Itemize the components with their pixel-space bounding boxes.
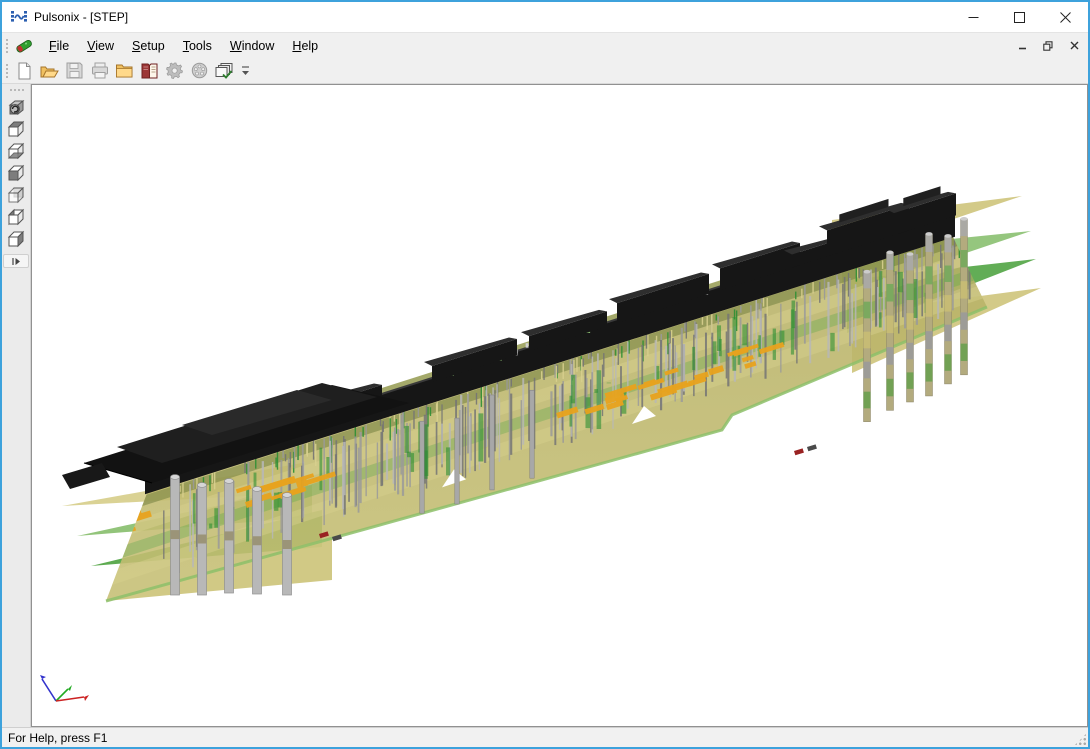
menu-view[interactable]: View [78,35,123,57]
view-bottom-cube-icon [6,141,26,161]
options-gear-icon [166,62,183,79]
colours-palette-icon [191,62,208,79]
expand-handle-icon [11,257,21,266]
view-back-button[interactable] [4,184,28,206]
view-top-button[interactable] [4,118,28,140]
minimize-icon [968,12,979,23]
close-icon [1060,12,1071,23]
close-button[interactable] [1042,2,1088,32]
menu-file[interactable]: File [40,35,78,57]
status-bar: For Help, press F1 [2,727,1088,747]
new-document-button[interactable] [13,60,36,82]
file-manager-button[interactable] [113,60,136,82]
main-toolbar [2,58,1088,84]
colours-button[interactable] [188,60,211,82]
resize-grip[interactable] [1074,733,1087,746]
view-front-cube-icon [6,163,26,183]
view-left-button[interactable] [4,206,28,228]
view-top-cube-icon [6,119,26,139]
mdi-restore-icon [1043,41,1053,51]
view-toolbar-grip[interactable] [8,87,24,92]
rotate-view-button[interactable] [4,96,28,118]
view-left-cube-icon [6,207,26,227]
maximize-button[interactable] [996,2,1042,32]
diode-component-icon[interactable] [14,37,34,55]
menu-help[interactable]: Help [283,35,327,57]
menu-tools[interactable]: Tools [174,35,221,57]
mdi-minimize-icon [1018,41,1027,50]
mdi-close-button[interactable] [1062,36,1086,56]
new-document-icon [16,62,33,80]
menu-bar: File View Setup Tools Window Help [2,32,1088,58]
main-area [2,84,1088,727]
toolbar-grip[interactable] [4,62,9,80]
view-toolbar [2,84,31,727]
view-right-button[interactable] [4,228,28,250]
pcb-3d-scene [32,85,1087,726]
view-right-cube-icon [6,229,26,249]
technology-files-button[interactable] [213,60,236,82]
save-button[interactable] [63,60,86,82]
menubar-grip[interactable] [4,37,9,55]
open-file-button[interactable] [38,60,61,82]
options-button[interactable] [163,60,186,82]
menu-window[interactable]: Window [221,35,283,57]
library-book-icon [140,62,159,79]
3d-viewport[interactable] [31,84,1088,727]
technology-files-check-icon [215,62,234,80]
window-title: Pulsonix - [STEP] [34,10,128,24]
file-manager-folder-icon [115,62,134,79]
print-button[interactable] [88,60,111,82]
rotate-view-cube-icon [6,97,26,117]
expand-toolbar-handle[interactable] [3,254,29,268]
status-message: For Help, press F1 [2,731,107,745]
toolbar-overflow-icon [241,65,250,77]
minimize-button[interactable] [950,2,996,32]
view-bottom-button[interactable] [4,140,28,162]
maximize-icon [1014,12,1025,23]
pulsonix-app-icon [10,9,28,25]
toolbar-overflow-button[interactable] [239,60,252,82]
mdi-restore-button[interactable] [1036,36,1060,56]
save-icon [66,62,83,79]
menu-setup[interactable]: Setup [123,35,174,57]
mdi-minimize-button[interactable] [1010,36,1034,56]
view-front-button[interactable] [4,162,28,184]
view-back-cube-icon [6,185,26,205]
print-icon [91,62,109,79]
open-folder-icon [40,62,59,80]
title-bar: Pulsonix - [STEP] [2,2,1088,32]
mdi-close-icon [1070,41,1079,50]
app-window: Pulsonix - [STEP] File View Setup Tools … [0,0,1090,749]
library-manager-button[interactable] [138,60,161,82]
